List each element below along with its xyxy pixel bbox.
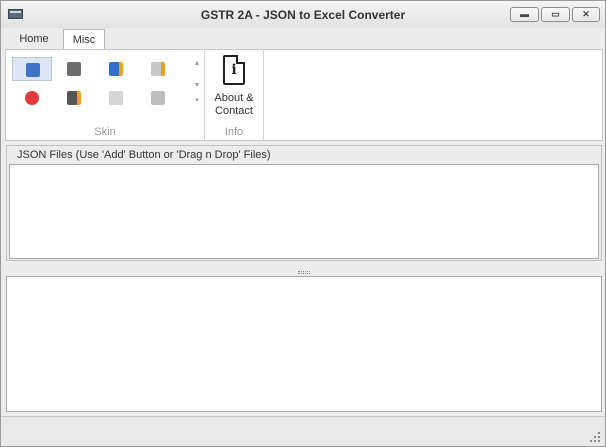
- skin-item-3[interactable]: [96, 57, 136, 81]
- skin-office-blue-icon: [26, 63, 40, 77]
- gallery-scrollbar[interactable]: ▲ ▼ ▾: [191, 56, 203, 118]
- skin-office-light-icon: [151, 62, 165, 76]
- title-bar[interactable]: GSTR 2A - JSON to Excel Converter ▬ ▭ ✕: [1, 1, 605, 28]
- skin-item-7[interactable]: [96, 86, 136, 110]
- resize-grip-icon[interactable]: [589, 431, 601, 443]
- gallery-up-icon[interactable]: ▲: [191, 56, 203, 71]
- skin-office-white-icon: [151, 91, 165, 105]
- skin-item-8[interactable]: [138, 86, 178, 110]
- skin-office-2016-icon: [109, 62, 123, 76]
- info-glyph: i: [231, 62, 237, 78]
- ribbon-group-divider-2: [263, 50, 264, 140]
- skin-office-gray-icon: [67, 62, 81, 76]
- skin-group-label: Skin: [94, 126, 116, 138]
- skin-item-1[interactable]: [12, 57, 52, 81]
- skin-item-2[interactable]: [54, 57, 94, 81]
- info-group-label: Info: [224, 126, 244, 138]
- ribbon-panel: ▲ ▼ ▾ Skin i About & Contact Info: [5, 49, 603, 141]
- json-files-header: JSON Files (Use 'Add' Button or 'Drag n …: [17, 149, 271, 161]
- skin-gallery[interactable]: ▲ ▼ ▾: [10, 56, 202, 118]
- panel-splitter-handle[interactable]: [298, 271, 310, 274]
- info-document-icon: i: [223, 55, 245, 85]
- close-button[interactable]: ✕: [572, 7, 600, 22]
- skin-item-4[interactable]: [138, 57, 178, 81]
- minimize-button[interactable]: ▬: [510, 7, 539, 22]
- status-bar: [1, 416, 605, 446]
- app-window: GSTR 2A - JSON to Excel Converter ▬ ▭ ✕ …: [0, 0, 606, 447]
- gallery-down-icon[interactable]: ▼: [191, 78, 203, 93]
- json-files-panel: JSON Files (Use 'Add' Button or 'Drag n …: [6, 145, 602, 261]
- maximize-button[interactable]: ▭: [541, 7, 570, 22]
- tab-home[interactable]: Home: [7, 29, 61, 50]
- about-contact-label: About & Contact: [208, 92, 260, 118]
- json-files-list[interactable]: [9, 164, 599, 259]
- about-contact-button[interactable]: i About & Contact: [208, 53, 260, 119]
- skin-office-dark-icon: [67, 91, 81, 105]
- output-log-area[interactable]: [6, 276, 602, 412]
- skin-red-icon: [25, 91, 39, 105]
- skin-item-6[interactable]: [54, 86, 94, 110]
- skin-item-5[interactable]: [12, 86, 52, 110]
- about-label-line1: About &: [214, 92, 254, 104]
- gallery-expand-icon[interactable]: ▾: [191, 93, 203, 108]
- skin-office-faded-icon: [109, 91, 123, 105]
- ribbon-tabs: Home Misc: [1, 28, 605, 50]
- about-label-line2: Contact: [215, 105, 253, 117]
- tab-misc[interactable]: Misc: [63, 29, 105, 50]
